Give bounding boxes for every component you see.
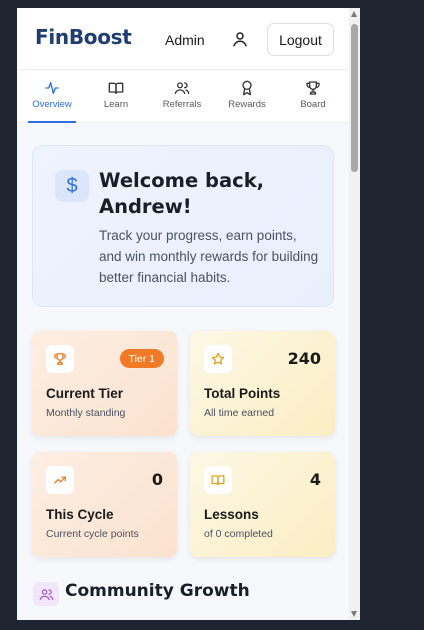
- dollar-icon: $: [55, 170, 89, 202]
- trophy-icon: [46, 345, 74, 373]
- stat-card-total-points[interactable]: 240 Total Points All time earned: [190, 331, 335, 436]
- tab-label: Referrals: [162, 99, 202, 110]
- tab-board[interactable]: Board: [283, 71, 343, 123]
- app-logo: FinBoost: [35, 25, 132, 49]
- stat-subtitle: of 0 completed: [204, 528, 273, 540]
- welcome-card: $ Welcome back, Andrew! Track your progr…: [32, 145, 334, 307]
- top-header: FinBoost Admin Logout: [17, 8, 349, 70]
- stat-title: Total Points: [204, 386, 281, 401]
- stat-title: Lessons: [204, 507, 259, 522]
- welcome-text: Track your progress, earn points, and wi…: [99, 228, 319, 285]
- stat-value: 240: [287, 349, 321, 368]
- scrollbar-thumb[interactable]: [351, 24, 358, 172]
- star-icon: [204, 345, 232, 373]
- tab-overview[interactable]: Overview: [22, 71, 82, 123]
- stat-subtitle: Monthly standing: [46, 407, 126, 419]
- stat-card-current-tier[interactable]: Tier 1 Current Tier Monthly standing: [32, 331, 177, 436]
- logout-button[interactable]: Logout: [267, 23, 334, 56]
- tab-bar: Overview Learn Referrals Rewards Board: [17, 71, 349, 123]
- welcome-title: Welcome back, Andrew!: [99, 169, 265, 218]
- activity-icon: [45, 82, 59, 94]
- trophy-icon: [306, 81, 320, 95]
- tab-learn[interactable]: Learn: [86, 71, 146, 123]
- tab-rewards[interactable]: Rewards: [217, 71, 277, 123]
- stat-card-this-cycle[interactable]: 0 This Cycle Current cycle points: [32, 452, 177, 557]
- stat-value: 0: [151, 470, 163, 489]
- tab-label: Overview: [32, 99, 72, 110]
- book-icon: [204, 466, 232, 494]
- stat-subtitle: All time earned: [204, 407, 275, 419]
- users-icon: [33, 582, 59, 606]
- stat-title: This Cycle: [46, 507, 114, 522]
- stat-subtitle: Current cycle points: [46, 528, 139, 540]
- user-icon[interactable]: [231, 30, 249, 48]
- stat-title: Current Tier: [46, 386, 124, 401]
- tab-label: Board: [300, 99, 326, 110]
- tab-label: Rewards: [228, 99, 266, 110]
- stat-card-lessons[interactable]: 4 Lessons of 0 completed: [190, 452, 335, 557]
- scroll-up-icon[interactable]: [351, 11, 357, 17]
- user-role: Admin: [165, 32, 205, 48]
- vertical-scrollbar[interactable]: [349, 8, 360, 620]
- scroll-down-icon[interactable]: [351, 611, 357, 617]
- stat-value: 4: [309, 470, 321, 489]
- award-icon: [242, 80, 252, 96]
- tab-referrals[interactable]: Referrals: [152, 71, 212, 123]
- app-viewport: FinBoost Admin Logout Overview Learn Ref…: [17, 8, 360, 620]
- tab-label: Learn: [103, 99, 129, 110]
- users-icon: [174, 82, 190, 94]
- trending-up-icon: [46, 466, 74, 494]
- section-title: Community Growth: [65, 581, 250, 601]
- book-icon: [108, 82, 124, 94]
- tier-badge: Tier 1: [119, 349, 164, 368]
